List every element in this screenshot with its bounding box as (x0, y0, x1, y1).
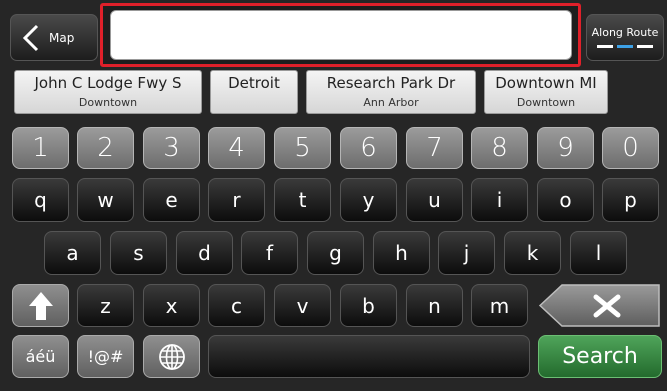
key-u[interactable]: u (406, 178, 463, 222)
suggestion-main: Detroit (228, 74, 280, 92)
key-v[interactable]: v (274, 284, 331, 327)
key-7[interactable]: 7 (406, 127, 463, 169)
chevron-left-icon (22, 24, 39, 51)
key-h[interactable]: h (373, 231, 430, 275)
suggestion-item[interactable]: Downtown MI Downtown (484, 70, 608, 114)
backspace-icon[interactable] (538, 284, 662, 327)
key-b[interactable]: b (340, 284, 397, 327)
suggestion-item[interactable]: John C Lodge Fwy S Downtown (14, 70, 202, 114)
shift-key[interactable] (12, 284, 69, 327)
key-4[interactable]: 4 (208, 127, 265, 169)
key-q[interactable]: q (12, 178, 69, 222)
along-route-button[interactable]: Along Route (586, 14, 664, 61)
key-o[interactable]: o (537, 178, 594, 222)
key-k[interactable]: k (504, 231, 561, 275)
key-d[interactable]: d (176, 231, 233, 275)
suggestion-item[interactable]: Research Park Dr Ann Arbor (306, 70, 476, 114)
key-g[interactable]: g (307, 231, 364, 275)
key-c[interactable]: c (208, 284, 265, 327)
suggestion-main: Downtown MI (495, 74, 597, 92)
key-e[interactable]: e (143, 178, 200, 222)
key-1[interactable]: 1 (12, 127, 69, 169)
globe-icon (158, 343, 185, 370)
key-x[interactable]: x (143, 284, 200, 327)
key-m[interactable]: m (471, 284, 528, 327)
key-5[interactable]: 5 (274, 127, 331, 169)
key-9[interactable]: 9 (537, 127, 594, 169)
route-indicator (587, 45, 663, 48)
along-route-label: Along Route (591, 26, 659, 39)
key-z[interactable]: z (77, 284, 134, 327)
key-3[interactable]: 3 (143, 127, 200, 169)
key-i[interactable]: i (471, 178, 528, 222)
key-8[interactable]: 8 (471, 127, 528, 169)
suggestion-sub: Downtown (516, 96, 576, 109)
key-n[interactable]: n (406, 284, 463, 327)
shift-arrow-icon (28, 291, 53, 320)
space-key[interactable] (208, 335, 530, 378)
key-0[interactable]: 0 (602, 127, 659, 169)
suggestion-item[interactable]: Detroit (210, 70, 298, 114)
back-to-map-button[interactable]: Map (10, 14, 98, 61)
key-a[interactable]: a (44, 231, 101, 275)
symbols-key[interactable]: !@# (77, 335, 134, 378)
key-s[interactable]: s (110, 231, 167, 275)
key-y[interactable]: y (340, 178, 397, 222)
search-input[interactable] (110, 10, 572, 60)
key-j[interactable]: j (438, 231, 495, 275)
key-r[interactable]: r (208, 178, 265, 222)
suggestion-main: Research Park Dr (326, 74, 456, 92)
key-w[interactable]: w (77, 178, 134, 222)
suggestion-main: John C Lodge Fwy S (34, 74, 182, 92)
key-2[interactable]: 2 (77, 127, 134, 169)
suggestion-sub: Downtown (78, 96, 138, 109)
key-f[interactable]: f (241, 231, 298, 275)
key-6[interactable]: 6 (340, 127, 397, 169)
language-key[interactable] (143, 335, 200, 378)
key-l[interactable]: l (570, 231, 627, 275)
search-button[interactable]: Search (538, 335, 662, 378)
key-t[interactable]: t (274, 178, 331, 222)
key-p[interactable]: p (602, 178, 659, 222)
back-button-label: Map (49, 30, 75, 45)
suggestion-sub: Ann Arbor (363, 96, 419, 109)
accent-key[interactable]: áéü (12, 335, 69, 378)
